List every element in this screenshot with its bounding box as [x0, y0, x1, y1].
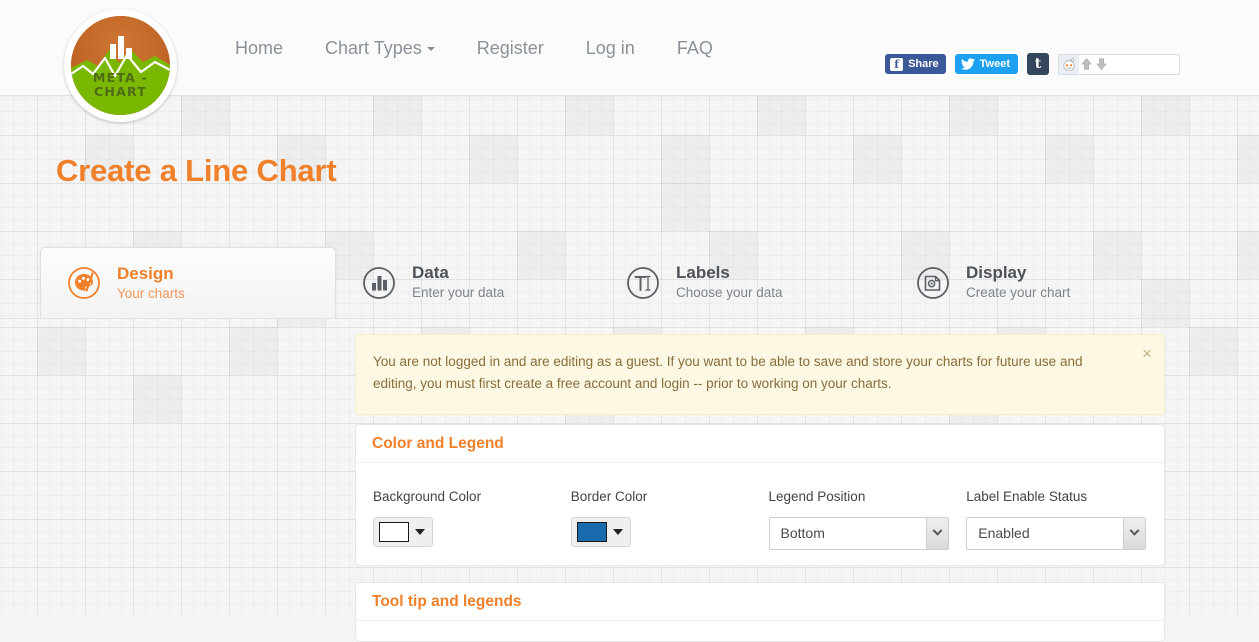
border-color-swatch[interactable] [576, 522, 607, 542]
legend-position-select[interactable]: Bottom [768, 517, 949, 550]
facebook-icon: f [890, 57, 904, 71]
reddit-downvote-icon[interactable] [1094, 55, 1109, 74]
close-icon[interactable]: × [1142, 345, 1152, 362]
main-content: You are not logged in and are editing as… [0, 319, 1259, 642]
panel-title: Tool tip and legends [356, 583, 1164, 621]
field-label: Background Color [373, 489, 482, 504]
bar-chart-icon [360, 264, 398, 302]
tab-title: Labels [676, 263, 730, 282]
facebook-share-label: Share [908, 58, 939, 70]
panel-fields: Background Color Border Color Legend Pos… [356, 463, 1164, 550]
reddit-vote-widget[interactable] [1058, 53, 1180, 75]
field-background-color: Background Color [373, 489, 571, 550]
tab-text: Labels Choose your data [676, 263, 783, 302]
tab-title: Display [966, 263, 1027, 282]
panel-tooltip-and-legends: Tool tip and legends [355, 582, 1165, 642]
field-label: Border Color [570, 489, 648, 504]
tab-data[interactable]: Data Enter your data [336, 247, 616, 318]
top-navigation-bar: Home Chart Types Register Log in FAQ f S… [0, 0, 1259, 96]
chevron-down-icon [426, 47, 435, 52]
image-icon [914, 264, 952, 302]
facebook-share-button[interactable]: f Share [885, 54, 946, 74]
wizard-tabs: Design Your charts Data Enter your data [0, 247, 1259, 319]
twitter-tweet-label: Tweet [979, 58, 1010, 70]
text-tool-icon [624, 264, 662, 302]
meta-chart-logo[interactable]: META - CHART [64, 9, 177, 122]
reddit-upvote-icon[interactable] [1079, 55, 1094, 74]
label-enable-status-value: Enabled [978, 525, 1030, 541]
tab-subtitle: Enter your data [412, 285, 505, 300]
nav-item-label: Log in [585, 38, 635, 58]
tab-title: Data [412, 263, 449, 282]
nav-item-label: Home [235, 38, 284, 58]
background-color-picker[interactable] [373, 517, 433, 547]
background-color-swatch[interactable] [379, 522, 409, 542]
twitter-bird-icon [960, 58, 975, 70]
logo-text: META - CHART [71, 71, 170, 99]
border-color-picker[interactable] [570, 517, 631, 547]
field-border-color: Border Color [570, 489, 769, 550]
tab-text: Data Enter your data [412, 263, 504, 302]
panel-color-and-legend: Color and Legend Background Color Border… [355, 424, 1165, 566]
tab-subtitle: Your charts [117, 285, 185, 301]
guest-alert: You are not logged in and are editing as… [355, 334, 1165, 415]
logo-artwork [71, 36, 170, 115]
field-label: Legend Position [768, 489, 866, 504]
logo-text-line2: CHART [94, 84, 147, 99]
logo-text-line1: META - [93, 70, 148, 85]
legend-position-value: Bottom [780, 525, 825, 541]
chevron-down-icon [612, 529, 623, 535]
nav-item-register[interactable]: Register [456, 0, 565, 96]
reddit-icon [1059, 54, 1079, 74]
logo-disc: META - CHART [71, 16, 170, 115]
nav-item-faq[interactable]: FAQ [656, 0, 734, 96]
nav-links: Home Chart Types Register Log in FAQ [214, 0, 734, 96]
panel-title: Color and Legend [356, 425, 1164, 463]
chevron-down-icon[interactable] [925, 518, 948, 549]
tumblr-share-button[interactable]: t [1027, 53, 1049, 75]
twitter-tweet-button[interactable]: Tweet [954, 54, 1018, 74]
chevron-down-icon [415, 529, 425, 535]
field-label-enable-status: Label Enable Status Enabled [966, 489, 1164, 550]
field-label: Label Enable Status [966, 489, 1088, 504]
palette-icon [65, 264, 103, 302]
nav-item-chart-types[interactable]: Chart Types [304, 0, 456, 96]
tab-subtitle: Create your chart [966, 285, 1071, 300]
nav-item-login[interactable]: Log in [565, 0, 656, 96]
label-enable-status-select[interactable]: Enabled [966, 517, 1147, 550]
tab-labels[interactable]: Labels Choose your data [600, 247, 890, 318]
tab-text: Display Create your chart [966, 263, 1070, 302]
nav-item-label: Register [476, 38, 544, 58]
page-title: Create a Line Chart [56, 153, 337, 188]
nav-item-home[interactable]: Home [214, 0, 304, 96]
nav-item-label: Chart Types [325, 38, 422, 58]
guest-alert-text: You are not logged in and are editing as… [373, 354, 1083, 391]
tab-text: Design Your charts [117, 264, 185, 303]
tab-title: Design [117, 263, 174, 283]
nav-item-label: FAQ [676, 38, 713, 58]
social-share-group: f Share Tweet t [885, 53, 1180, 75]
tab-design[interactable]: Design Your charts [40, 247, 336, 318]
tab-subtitle: Choose your data [676, 285, 783, 300]
tab-display[interactable]: Display Create your chart [890, 247, 1180, 318]
field-legend-position: Legend Position Bottom [768, 489, 967, 550]
chevron-down-icon[interactable] [1123, 518, 1146, 549]
